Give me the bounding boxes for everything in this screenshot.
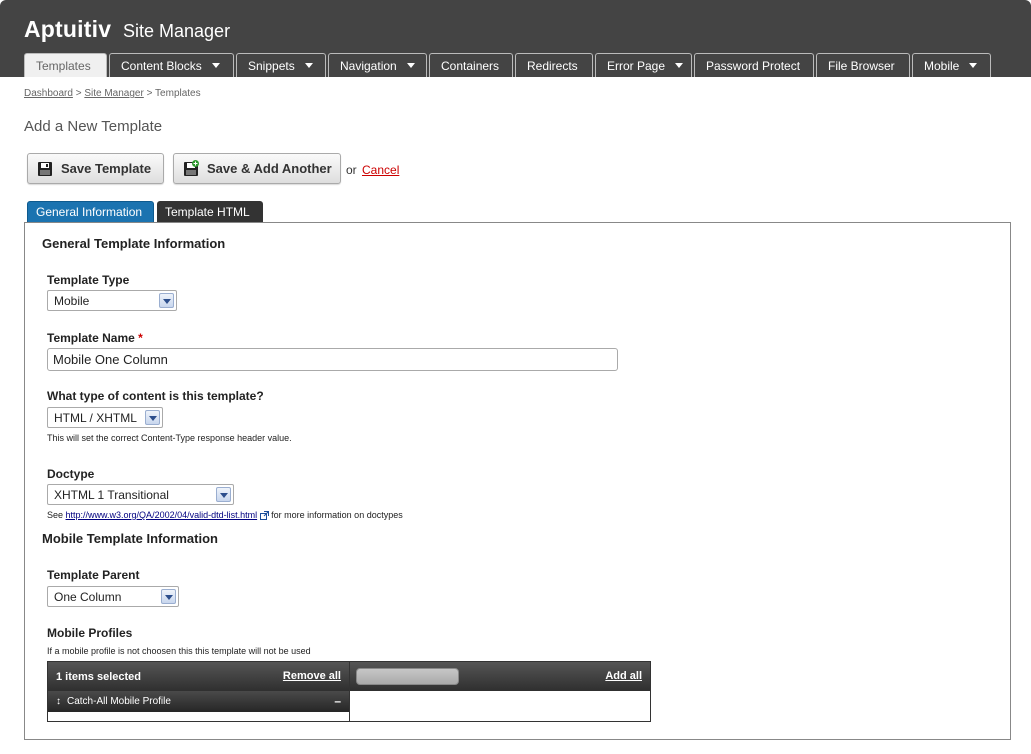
doctype-reference-link[interactable]: http://www.w3.org/QA/2002/04/valid-dtd-l… (66, 510, 258, 520)
caret-down-icon (406, 63, 415, 68)
doctype-help-prefix: See (47, 510, 64, 520)
page-title: Add a New Template (24, 118, 163, 135)
tab-redirects[interactable]: Redirects (515, 53, 593, 77)
content-type-help: This will set the correct Content-Type r… (47, 433, 292, 443)
breadcrumb-separator: > (146, 88, 153, 99)
tab-label: Error Page (607, 58, 666, 73)
section-title: Site Manager (123, 21, 231, 41)
tab-template-html[interactable]: Template HTML (157, 201, 263, 223)
tab-label: Templates (36, 58, 91, 73)
tab-label: Mobile (924, 58, 960, 73)
available-profiles-pane: Add all (350, 662, 650, 721)
floppy-disk-icon (38, 161, 52, 176)
template-name-input[interactable]: Mobile One Column (47, 348, 618, 371)
tab-templates[interactable]: Templates (24, 53, 107, 77)
tab-label: Content Blocks (121, 58, 202, 73)
save-add-another-label: Save & Add Another (207, 161, 332, 176)
tab-content-blocks[interactable]: Content Blocks (109, 53, 234, 77)
save-template-button[interactable]: Save Template (27, 153, 164, 184)
breadcrumb-current: Templates (155, 88, 201, 99)
tab-error-page[interactable]: Error Page (595, 53, 692, 77)
available-profiles-header: Add all (350, 662, 650, 691)
tab-label: Navigation (340, 58, 397, 73)
breadcrumb-site-manager-link[interactable]: Site Manager (84, 88, 143, 99)
cancel-link[interactable]: Cancel (362, 163, 399, 177)
tab-label: Snippets (248, 58, 295, 73)
profile-search-input[interactable] (356, 668, 459, 685)
required-mark: * (138, 331, 143, 345)
tab-label: File Browser (828, 58, 895, 73)
main-nav-tabs: Templates Content Blocks Snippets Naviga… (24, 53, 993, 77)
content-type-select[interactable]: HTML / XHTML (47, 407, 163, 428)
save-template-label: Save Template (61, 161, 152, 176)
mobile-profiles-help: If a mobile profile is not choosen this … (47, 646, 311, 656)
dropdown-arrow-icon (161, 589, 176, 604)
tab-mobile[interactable]: Mobile (912, 53, 991, 77)
drag-handle-icon[interactable]: ↕ (56, 696, 61, 707)
selected-count: 1 items selected (56, 670, 141, 683)
breadcrumb-separator: > (75, 88, 82, 99)
selected-profile-item[interactable]: ↕ Catch-All Mobile Profile – (48, 691, 349, 712)
general-heading: General Template Information (42, 236, 226, 251)
selected-profiles-header: 1 items selected Remove all (48, 662, 349, 691)
doctype-value: XHTML 1 Transitional (54, 487, 169, 502)
add-all-link[interactable]: Add all (605, 670, 642, 682)
caret-down-icon (675, 63, 684, 68)
breadcrumb-dashboard-link[interactable]: Dashboard (24, 88, 73, 99)
brand-logo: Aptuitiv (24, 16, 112, 42)
tab-containers[interactable]: Containers (429, 53, 513, 77)
breadcrumb: Dashboard > Site Manager > Templates (24, 88, 201, 99)
doctype-help: See http://www.w3.org/QA/2002/04/valid-d… (47, 510, 403, 521)
caret-down-icon (969, 63, 978, 68)
content-type-value: HTML / XHTML (54, 410, 137, 425)
tab-snippets[interactable]: Snippets (236, 53, 326, 77)
dropdown-arrow-icon (216, 487, 231, 502)
mobile-heading: Mobile Template Information (42, 531, 218, 546)
remove-item-icon[interactable]: – (334, 694, 341, 708)
tab-label: Redirects (527, 58, 578, 73)
template-parent-value: One Column (54, 589, 122, 604)
template-type-select[interactable]: Mobile (47, 290, 177, 311)
caret-down-icon (304, 63, 313, 68)
tab-label: Password Protect (706, 58, 801, 73)
selected-profiles-pane: 1 items selected Remove all ↕ Catch-All … (48, 662, 350, 721)
tab-label: Containers (441, 58, 500, 73)
tab-navigation[interactable]: Navigation (328, 53, 427, 77)
form-panel: General Template Information Template Ty… (24, 222, 1011, 740)
mobile-profiles-label: Mobile Profiles (47, 626, 133, 640)
tab-password-protect[interactable]: Password Protect (694, 53, 814, 77)
or-text: or (346, 163, 357, 177)
template-name-value: Mobile One Column (53, 352, 168, 367)
content-type-label: What type of content is this template? (47, 389, 264, 403)
template-type-value: Mobile (54, 293, 90, 308)
template-type-label: Template Type (47, 273, 130, 287)
tab-file-browser[interactable]: File Browser (816, 53, 910, 77)
dropdown-arrow-icon (145, 410, 160, 425)
template-parent-label: Template Parent (47, 568, 140, 582)
floppy-disk-add-icon (184, 160, 199, 176)
save-add-another-button[interactable]: Save & Add Another (173, 153, 341, 184)
template-name-label: Template Name * (47, 331, 143, 345)
caret-down-icon (211, 63, 220, 68)
template-parent-select[interactable]: One Column (47, 586, 179, 607)
app-window: Aptuitiv Site Manager Templates Content … (0, 0, 1031, 754)
doctype-help-suffix: for more information on doctypes (271, 510, 403, 520)
tab-general-information[interactable]: General Information (27, 201, 154, 223)
mobile-profiles-multiselect: 1 items selected Remove all ↕ Catch-All … (47, 661, 651, 722)
doctype-select[interactable]: XHTML 1 Transitional (47, 484, 234, 505)
header-bar: Aptuitiv Site Manager Templates Content … (0, 0, 1031, 77)
template-name-label-text: Template Name (47, 331, 135, 345)
selected-profile-label: Catch-All Mobile Profile (67, 696, 171, 707)
doctype-label: Doctype (47, 467, 95, 481)
external-link-icon (259, 511, 269, 521)
dropdown-arrow-icon (159, 293, 174, 308)
remove-all-link[interactable]: Remove all (283, 670, 341, 682)
